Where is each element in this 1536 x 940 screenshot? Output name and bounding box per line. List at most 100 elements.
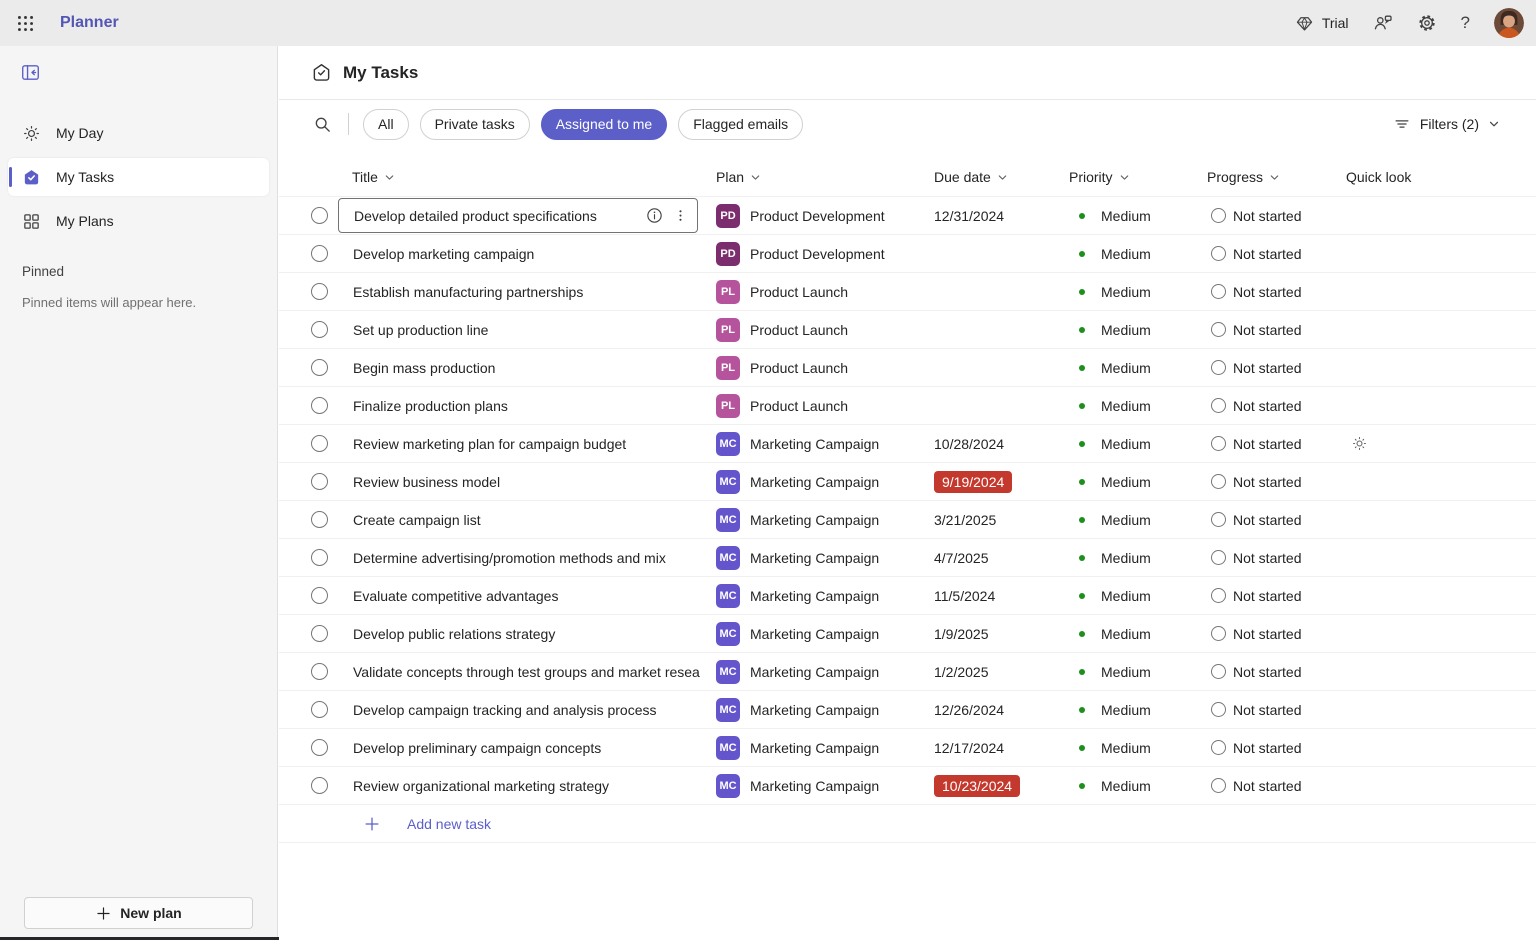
table-row[interactable]: Develop preliminary campaign conceptsMCM…	[279, 729, 1536, 767]
task-plan-cell: MCMarketing Campaign	[716, 432, 934, 456]
plan-name: Marketing Campaign	[750, 626, 879, 642]
due-date-overdue-badge: 9/19/2024	[934, 471, 1012, 493]
task-complete-checkbox[interactable]	[311, 473, 328, 490]
progress-label: Not started	[1233, 246, 1301, 262]
help-icon[interactable]: ?	[1461, 13, 1470, 33]
task-due-cell: 4/7/2025	[934, 550, 1069, 566]
task-progress-cell: Not started	[1207, 588, 1346, 604]
task-title-cell: Evaluate competitive advantages	[338, 588, 716, 604]
user-avatar[interactable]	[1494, 8, 1524, 38]
table-row[interactable]: Develop campaign tracking and analysis p…	[279, 691, 1536, 729]
task-complete-checkbox[interactable]	[311, 625, 328, 642]
task-plan-cell: MCMarketing Campaign	[716, 660, 934, 684]
task-due-cell: 10/28/2024	[934, 436, 1069, 452]
task-plan-cell: MCMarketing Campaign	[716, 470, 934, 494]
task-complete-checkbox[interactable]	[311, 283, 328, 300]
table-row[interactable]: Evaluate competitive advantagesMCMarketi…	[279, 577, 1536, 615]
task-priority-cell: Medium	[1069, 360, 1207, 376]
priority-label: Medium	[1101, 398, 1151, 414]
table-row[interactable]: Review organizational marketing strategy…	[279, 767, 1536, 805]
task-complete-checkbox[interactable]	[311, 245, 328, 262]
sidebar-item-my-plans[interactable]: My Plans	[8, 202, 269, 240]
table-row[interactable]: Review business modelMCMarketing Campaig…	[279, 463, 1536, 501]
filter-pill-flagged-emails[interactable]: Flagged emails	[678, 109, 803, 140]
task-complete-checkbox[interactable]	[311, 435, 328, 452]
task-complete-checkbox[interactable]	[311, 549, 328, 566]
task-due-cell: 12/17/2024	[934, 740, 1069, 756]
task-complete-checkbox[interactable]	[311, 663, 328, 680]
sidebar: My DayMy TasksMy Plans Pinned Pinned ite…	[0, 46, 278, 940]
task-complete-checkbox[interactable]	[311, 701, 328, 718]
filter-pill-assigned-to-me[interactable]: Assigned to me	[541, 109, 668, 140]
table-row[interactable]: Establish manufacturing partnershipsPLPr…	[279, 273, 1536, 311]
plan-name: Marketing Campaign	[750, 474, 879, 490]
task-title-editor[interactable]: Develop detailed product specifications	[338, 198, 698, 233]
page-title: My Tasks	[343, 63, 418, 83]
sidebar-item-my-tasks[interactable]: My Tasks	[8, 158, 269, 196]
task-progress-cell: Not started	[1207, 550, 1346, 566]
my-tasks-icon	[311, 62, 332, 83]
feedback-people-icon[interactable]	[1373, 13, 1393, 33]
sidebar-item-my-day[interactable]: My Day	[8, 114, 269, 152]
task-complete-checkbox[interactable]	[311, 777, 328, 794]
task-complete-checkbox[interactable]	[311, 739, 328, 756]
task-title: Begin mass production	[338, 360, 716, 376]
more-options-icon[interactable]	[667, 203, 693, 229]
table-row[interactable]: Develop public relations strategyMCMarke…	[279, 615, 1536, 653]
task-complete-checkbox[interactable]	[311, 511, 328, 528]
sidebar-collapse-icon[interactable]	[20, 62, 42, 84]
filters-button[interactable]: Filters (2)	[1393, 115, 1500, 133]
table-row[interactable]: Set up production linePLProduct LaunchMe…	[279, 311, 1536, 349]
table-row[interactable]: Review marketing plan for campaign budge…	[279, 425, 1536, 463]
task-priority-cell: Medium	[1069, 664, 1207, 680]
table-row[interactable]: Create campaign listMCMarketing Campaign…	[279, 501, 1536, 539]
grid-icon	[22, 212, 41, 231]
priority-label: Medium	[1101, 550, 1151, 566]
task-priority-cell: Medium	[1069, 702, 1207, 718]
task-priority-cell: Medium	[1069, 550, 1207, 566]
filter-toolbar: All Private tasks Assigned to me Flagged em…	[279, 100, 1536, 148]
task-priority-cell: Medium	[1069, 588, 1207, 604]
task-title: Develop preliminary campaign concepts	[338, 740, 716, 756]
table-row[interactable]: Determine advertising/promotion methods …	[279, 539, 1536, 577]
progress-label: Not started	[1233, 398, 1301, 414]
plan-badge: MC	[716, 432, 740, 456]
add-new-task-button[interactable]: Add new task	[279, 805, 1536, 843]
filter-pill-private-tasks[interactable]: Private tasks	[420, 109, 530, 140]
column-header-due-date[interactable]: Due date	[934, 169, 1069, 185]
info-icon[interactable]	[641, 203, 667, 229]
table-row[interactable]: Validate concepts through test groups an…	[279, 653, 1536, 691]
task-check-cell	[279, 473, 338, 490]
trial-badge[interactable]: Trial	[1295, 14, 1349, 33]
task-title: Create campaign list	[338, 512, 716, 528]
task-complete-checkbox[interactable]	[311, 397, 328, 414]
priority-label: Medium	[1101, 778, 1151, 794]
table-row[interactable]: Begin mass productionPLProduct LaunchMed…	[279, 349, 1536, 387]
task-complete-checkbox[interactable]	[311, 587, 328, 604]
table-row[interactable]: Develop marketing campaignPDProduct Deve…	[279, 235, 1536, 273]
column-header-priority[interactable]: Priority	[1069, 169, 1207, 185]
settings-gear-icon[interactable]	[1417, 13, 1437, 33]
priority-label: Medium	[1101, 284, 1151, 300]
sidebar-item-label: My Day	[56, 125, 103, 141]
new-plan-button[interactable]: New plan	[24, 897, 253, 929]
task-priority-cell: Medium	[1069, 626, 1207, 642]
task-complete-checkbox[interactable]	[311, 207, 328, 224]
task-plan-cell: PLProduct Launch	[716, 318, 934, 342]
search-icon[interactable]	[313, 115, 332, 134]
trial-label: Trial	[1322, 15, 1349, 31]
table-row[interactable]: Develop detailed product specificationsP…	[279, 197, 1536, 235]
task-complete-checkbox[interactable]	[311, 359, 328, 376]
app-launcher-icon[interactable]	[0, 0, 50, 46]
plan-name: Product Launch	[750, 322, 848, 338]
task-title-cell: Validate concepts through test groups an…	[338, 664, 716, 680]
filter-pill-all[interactable]: All	[363, 109, 409, 140]
column-header-plan[interactable]: Plan	[716, 169, 934, 185]
task-check-cell	[279, 397, 338, 414]
table-row[interactable]: Finalize production plansPLProduct Launc…	[279, 387, 1536, 425]
column-header-title[interactable]: Title	[338, 169, 716, 185]
progress-label: Not started	[1233, 474, 1301, 490]
column-header-progress[interactable]: Progress	[1207, 169, 1346, 185]
column-header-quick-look: Quick look	[1346, 169, 1536, 185]
task-complete-checkbox[interactable]	[311, 321, 328, 338]
